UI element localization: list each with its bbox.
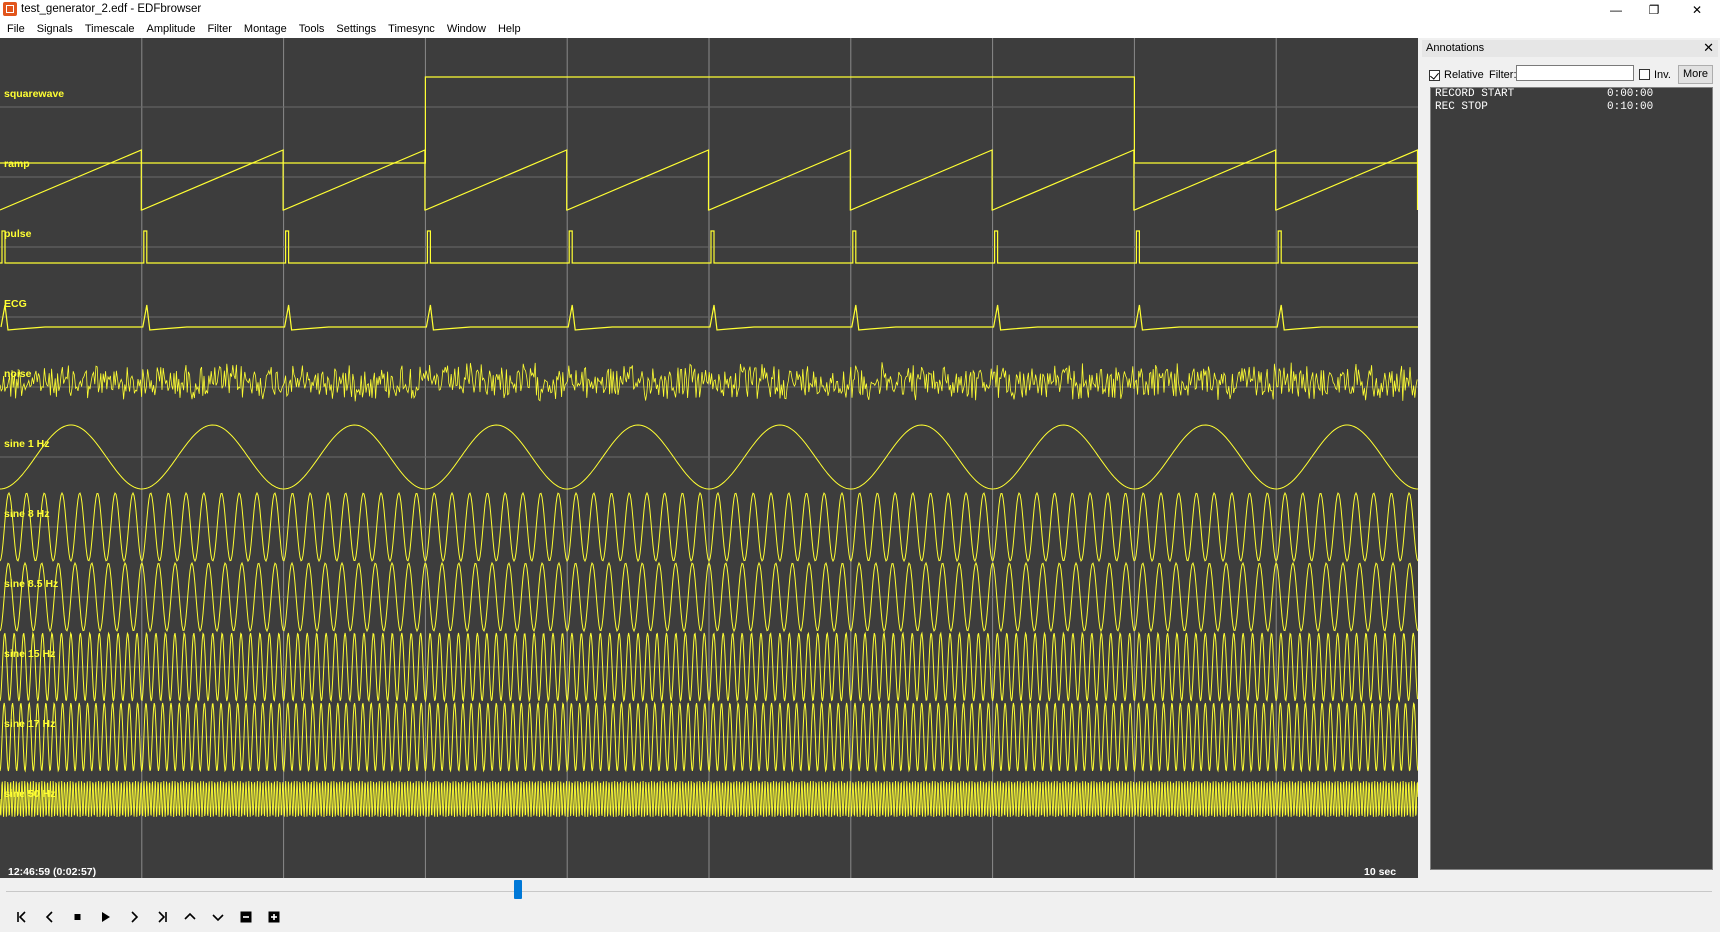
chevron-down-icon bbox=[212, 914, 224, 922]
sine-50hz-trace bbox=[0, 780, 1418, 818]
chevron-left-icon bbox=[45, 911, 53, 923]
menu-bar: File Signals Timescale Amplitude Filter Monta… bbox=[0, 20, 1720, 38]
skip-to-end-icon bbox=[158, 911, 167, 923]
menu-help[interactable]: Help bbox=[492, 20, 527, 38]
inv-label[interactable]: Inv. bbox=[1654, 69, 1671, 81]
shift-down-button[interactable] bbox=[208, 907, 228, 927]
stop-icon bbox=[74, 914, 81, 920]
annotations-list[interactable]: RECORD START 0:00:00 REC STOP 0:10:00 bbox=[1430, 87, 1713, 870]
scrollbar-handle[interactable] bbox=[514, 880, 522, 899]
annotation-row[interactable]: RECORD START 0:00:00 bbox=[1431, 88, 1712, 101]
timescale-label: 10 sec bbox=[1364, 866, 1397, 878]
signal-label-sine-15hz[interactable]: sine 15 Hz bbox=[4, 648, 55, 660]
skip-to-start-icon bbox=[17, 911, 26, 923]
menu-settings[interactable]: Settings bbox=[330, 20, 382, 38]
zoom-out-button[interactable] bbox=[236, 907, 256, 927]
inv-checkbox[interactable] bbox=[1639, 69, 1650, 80]
menu-signals[interactable]: Signals bbox=[31, 20, 79, 38]
plus-box-icon bbox=[268, 911, 280, 923]
signal-label-sine-8hz[interactable]: sine 8 Hz bbox=[4, 508, 50, 520]
signal-label-noise[interactable]: noise bbox=[4, 368, 31, 380]
relative-label[interactable]: Relative bbox=[1444, 69, 1484, 81]
ramp-trace bbox=[0, 149, 1418, 211]
annotations-header: Annotations ✕ bbox=[1422, 40, 1718, 57]
annotation-time: 0:00:00 bbox=[1607, 88, 1654, 100]
first-page-button[interactable] bbox=[12, 907, 32, 927]
signal-label-ecg[interactable]: ECG bbox=[4, 298, 27, 310]
annotation-row[interactable]: REC STOP 0:10:00 bbox=[1431, 101, 1712, 114]
close-button[interactable]: ✕ bbox=[1674, 0, 1720, 20]
play-button[interactable] bbox=[96, 907, 116, 927]
signal-label-ramp[interactable]: ramp bbox=[4, 158, 30, 170]
chevron-right-icon bbox=[131, 911, 139, 923]
play-icon bbox=[102, 912, 110, 922]
signal-label-sine-17hz[interactable]: sine 17 Hz bbox=[4, 718, 55, 730]
menu-amplitude[interactable]: Amplitude bbox=[141, 20, 202, 38]
signal-label-sine-8-5hz[interactable]: sine 8.5 Hz bbox=[4, 578, 58, 590]
zoom-in-button[interactable] bbox=[264, 907, 284, 927]
menu-tools[interactable]: Tools bbox=[293, 20, 331, 38]
menu-timesync[interactable]: Timesync bbox=[382, 20, 441, 38]
relative-checkbox[interactable] bbox=[1429, 70, 1440, 81]
title-bar: test_generator_2.edf - EDFbrowser — ❐ ✕ bbox=[0, 0, 1720, 20]
filter-label: Filter: bbox=[1489, 69, 1517, 81]
annotation-time: 0:10:00 bbox=[1607, 101, 1654, 113]
maximize-button[interactable]: ❐ bbox=[1631, 0, 1677, 20]
last-page-button[interactable] bbox=[152, 907, 172, 927]
signal-view[interactable]: squarewave ramp pulse ECG noise sine 1 H… bbox=[0, 38, 1418, 878]
menu-filter[interactable]: Filter bbox=[201, 20, 237, 38]
annotations-close-icon[interactable]: ✕ bbox=[1703, 40, 1714, 56]
stop-button[interactable] bbox=[68, 907, 88, 927]
navigation-toolbar bbox=[0, 902, 1720, 932]
annotation-description: RECORD START bbox=[1435, 88, 1515, 100]
minus-box-icon bbox=[240, 911, 252, 923]
time-position-label: 12:46:59 (0:02:57) bbox=[8, 866, 97, 878]
window-title: test_generator_2.edf - EDFbrowser bbox=[21, 3, 202, 15]
annotation-description: REC STOP bbox=[1435, 101, 1488, 113]
menu-window[interactable]: Window bbox=[441, 20, 492, 38]
menu-timescale[interactable]: Timescale bbox=[79, 20, 141, 38]
more-button[interactable]: More bbox=[1678, 65, 1713, 84]
signal-label-sine-50hz[interactable]: sine 50 Hz bbox=[4, 788, 55, 800]
shift-up-button[interactable] bbox=[180, 907, 200, 927]
chevron-up-icon bbox=[184, 912, 196, 920]
previous-page-button[interactable] bbox=[40, 907, 60, 927]
app-icon bbox=[3, 2, 17, 16]
annotations-title: Annotations bbox=[1426, 42, 1485, 54]
menu-file[interactable]: File bbox=[0, 20, 31, 38]
signal-label-squarewave[interactable]: squarewave bbox=[4, 88, 64, 100]
signal-label-pulse[interactable]: pulse bbox=[4, 228, 31, 240]
scrollbar-groove bbox=[6, 891, 1712, 892]
next-page-button[interactable] bbox=[124, 907, 144, 927]
annotations-dock: Annotations ✕ Relative Filter: Inv. More… bbox=[1420, 38, 1720, 878]
signal-canvas bbox=[0, 38, 1418, 878]
signal-label-sine-1hz[interactable]: sine 1 Hz bbox=[4, 438, 50, 450]
menu-montage[interactable]: Montage bbox=[238, 20, 293, 38]
time-scrollbar[interactable] bbox=[0, 878, 1720, 892]
filter-input[interactable] bbox=[1516, 65, 1634, 81]
